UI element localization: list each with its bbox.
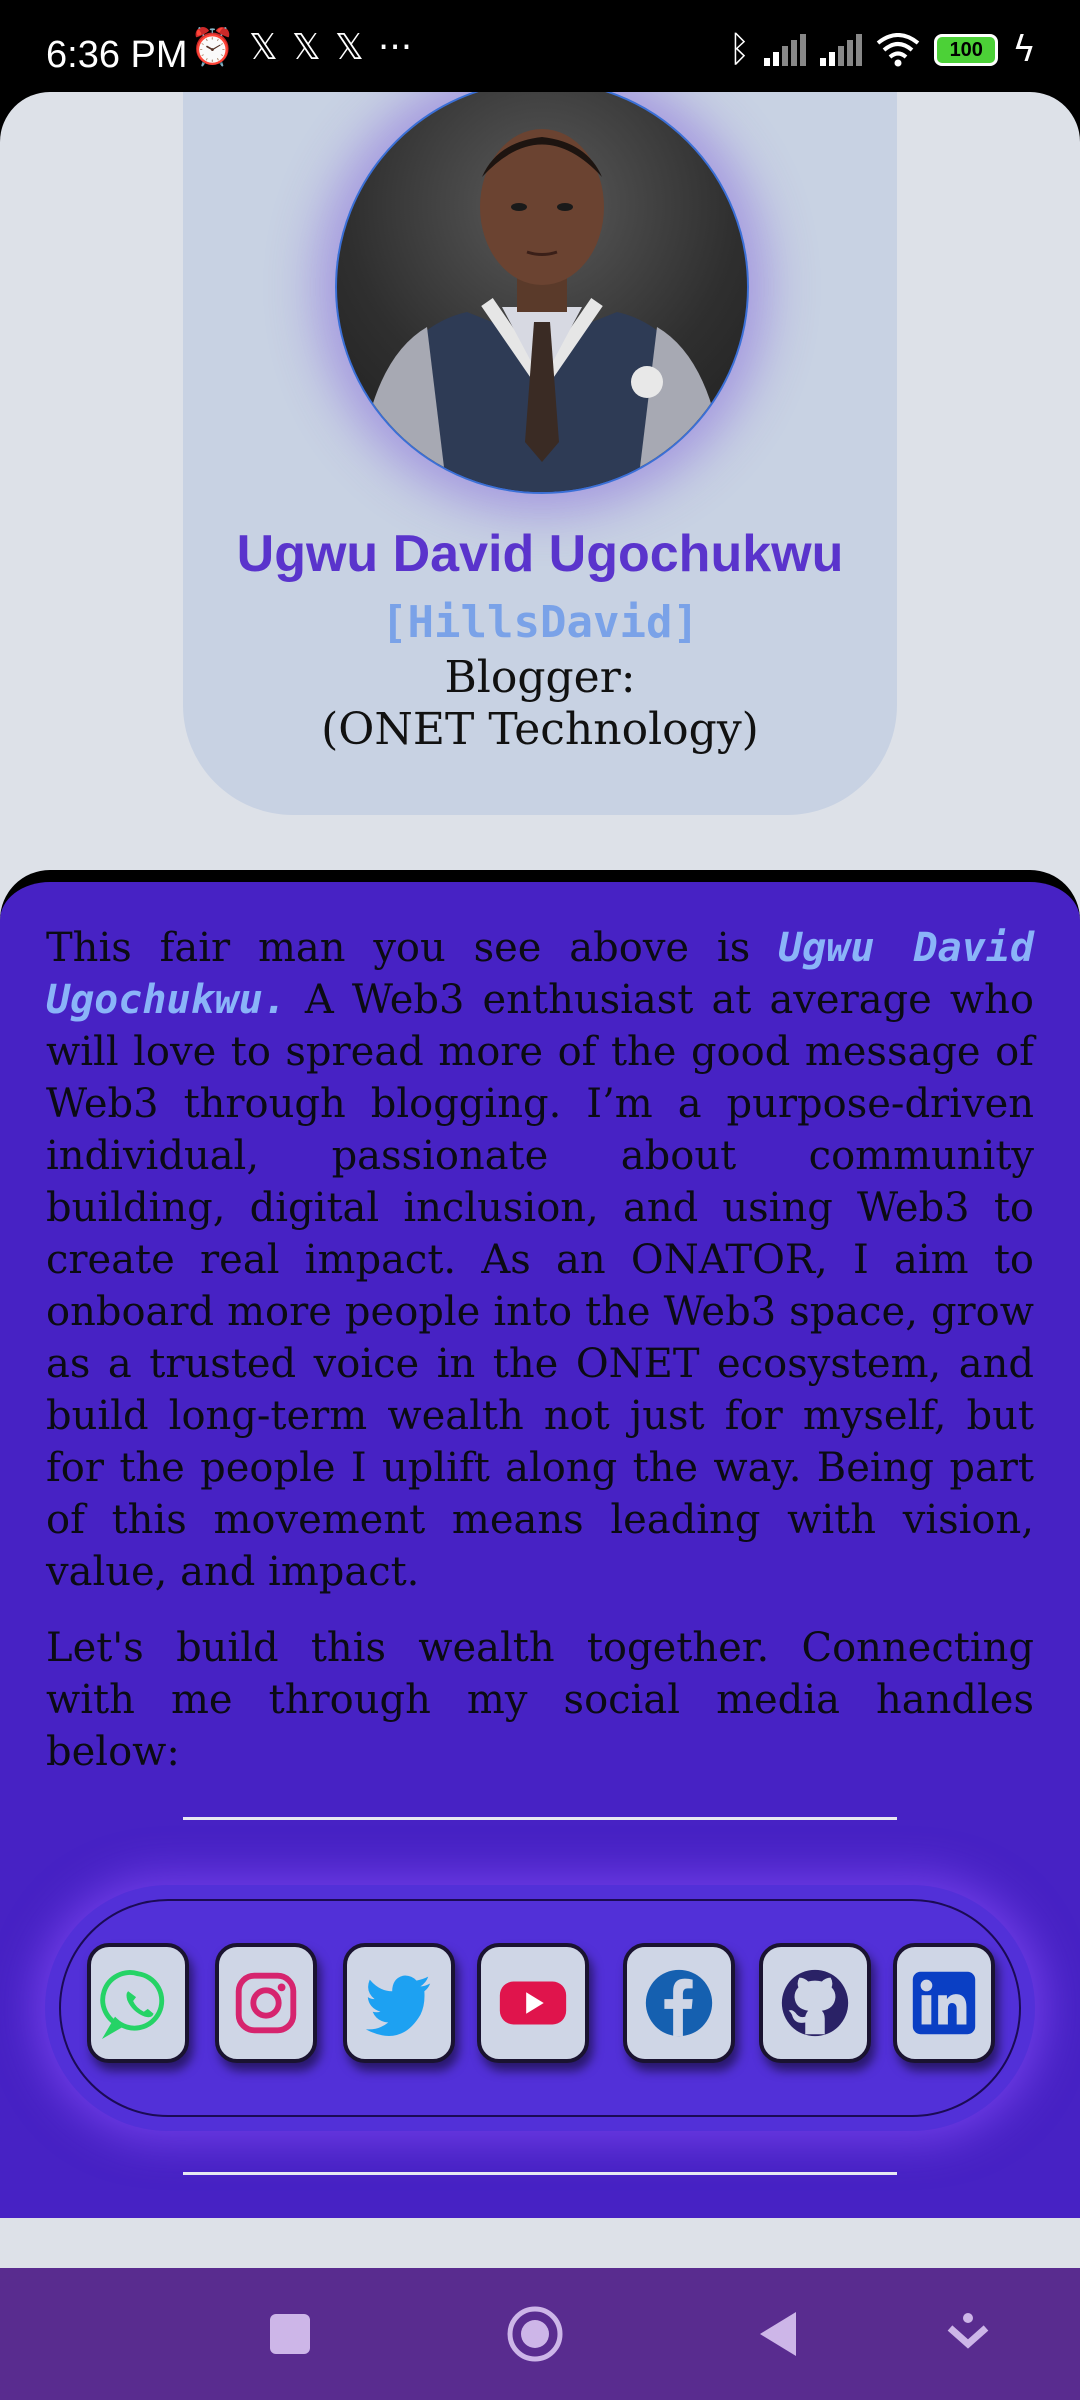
- home-button[interactable]: [505, 2304, 565, 2364]
- charging-icon: ϟ: [1012, 29, 1036, 70]
- signal-icon: [820, 34, 863, 66]
- profile-photo: [357, 129, 727, 492]
- facebook-icon: [645, 1969, 713, 2037]
- status-bar: 6:36 PM ⏰ 𝕏 𝕏 𝕏 ··· ᛒ 100 ϟ: [0, 0, 1080, 92]
- profile-role: Blogger: (ONET Technology): [183, 652, 897, 756]
- whatsapp-button[interactable]: [87, 1943, 189, 2063]
- about-section: This fair man you see above is Ugwu Davi…: [0, 870, 1080, 2218]
- status-right-icons: ᛒ 100 ϟ: [729, 32, 1036, 68]
- recent-apps-button[interactable]: [260, 2304, 320, 2364]
- wifi-icon: [877, 33, 920, 67]
- bio-intro: This fair man you see above is: [46, 925, 751, 971]
- hide-keyboard-icon: [947, 2313, 989, 2349]
- youtube-icon: [499, 1981, 567, 2025]
- whatsapp-icon: [100, 1970, 165, 2040]
- battery-icon: 100: [934, 34, 999, 66]
- facebook-button[interactable]: [623, 1943, 735, 2063]
- github-icon: [781, 1969, 849, 2037]
- bio-paragraph: This fair man you see above is Ugwu Davi…: [46, 922, 1034, 1598]
- top-divider: [183, 1817, 897, 1820]
- home-icon: [507, 2306, 563, 2362]
- app-sheet: Ugwu David Ugochukwu [HillsDavid] Blogge…: [0, 92, 1080, 2268]
- profile-handle: [HillsDavid]: [381, 597, 699, 648]
- hide-keyboard-button[interactable]: [938, 2304, 998, 2364]
- bottom-divider: [183, 2172, 897, 2175]
- x-icon: 𝕏: [248, 27, 278, 68]
- navigation-bar: [0, 2268, 1080, 2400]
- twitter-icon: [365, 1975, 431, 2036]
- youtube-button[interactable]: [477, 1943, 589, 2063]
- status-left-icons: ⏰ 𝕏 𝕏 𝕏 ···: [190, 30, 412, 66]
- x-icon: 𝕏: [291, 27, 321, 68]
- back-icon: [760, 2312, 796, 2356]
- alarm-icon: ⏰: [190, 27, 235, 68]
- instagram-button[interactable]: [215, 1943, 317, 2063]
- profile-name: Ugwu David Ugochukwu: [236, 525, 844, 583]
- bluetooth-icon: ᛒ: [728, 29, 751, 70]
- twitter-button[interactable]: [343, 1943, 455, 2063]
- signal-icon: [764, 34, 807, 66]
- social-links-bar: [45, 1885, 1035, 2131]
- linkedin-icon: [912, 1971, 976, 2035]
- linkedin-button[interactable]: [893, 1943, 995, 2063]
- github-button[interactable]: [759, 1943, 871, 2063]
- avatar: [335, 92, 749, 494]
- bio-body: A Web3 enthusiast at average who will lo…: [46, 977, 1034, 1595]
- more-dots-icon: ···: [377, 27, 413, 68]
- status-time: 6:36 PM: [46, 34, 188, 76]
- profile-card: Ugwu David Ugochukwu [HillsDavid] Blogge…: [183, 92, 897, 815]
- back-button[interactable]: [750, 2304, 810, 2364]
- cta-paragraph: Let's build this wealth together. Connec…: [46, 1625, 1034, 1775]
- x-icon: 𝕏: [334, 27, 364, 68]
- instagram-icon: [235, 1972, 297, 2034]
- role-line-1: Blogger:: [444, 652, 636, 703]
- recent-apps-icon: [270, 2314, 310, 2354]
- role-line-2: (ONET Technology): [321, 704, 759, 755]
